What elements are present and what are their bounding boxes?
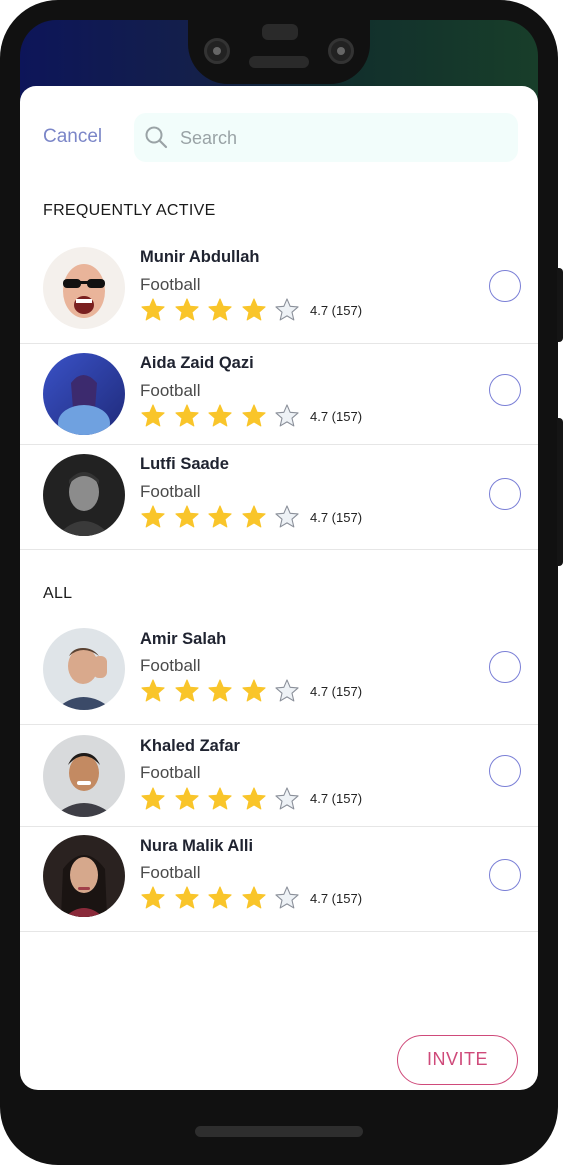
power-button xyxy=(557,268,563,342)
camera-notch xyxy=(188,0,370,84)
player-sport: Football xyxy=(140,863,201,882)
sensor xyxy=(262,24,298,40)
list-item[interactable]: Amir Salah Football 4.7 (157) xyxy=(20,613,538,725)
select-radio[interactable] xyxy=(489,478,521,510)
search-icon xyxy=(145,126,168,149)
star-empty-icon xyxy=(275,505,299,528)
avatar xyxy=(43,247,125,329)
section-title-frequently-active: FREQUENTLY ACTIVE xyxy=(43,202,216,219)
player-sport: Football xyxy=(140,275,201,294)
select-radio[interactable] xyxy=(489,270,521,302)
star-filled-icon xyxy=(241,886,266,909)
star-rating xyxy=(140,678,308,704)
player-name: Amir Salah xyxy=(140,630,227,648)
select-radio[interactable] xyxy=(489,651,521,683)
star-rating xyxy=(140,297,308,323)
player-name: Munir Abdullah xyxy=(140,248,260,266)
rating-text: 4.7 (157) xyxy=(310,303,363,318)
invite-button[interactable]: INVITE xyxy=(397,1035,518,1085)
front-camera-right xyxy=(328,38,354,64)
star-filled-icon xyxy=(241,298,266,321)
select-radio[interactable] xyxy=(489,755,521,787)
star-filled-icon xyxy=(208,298,232,321)
list-item[interactable]: Nura Malik Alli Football 4.7 (157) xyxy=(20,826,538,932)
star-rating xyxy=(140,504,308,530)
star-filled-icon xyxy=(174,404,199,427)
star-filled-icon xyxy=(241,679,266,702)
star-filled-icon xyxy=(141,679,165,702)
player-name: Lutfi Saade xyxy=(140,455,229,473)
home-indicator xyxy=(195,1126,363,1137)
star-filled-icon xyxy=(208,505,232,528)
player-name: Aida Zaid Qazi xyxy=(140,354,254,372)
list-item[interactable]: Munir Abdullah Football 4.7 (157) xyxy=(20,230,538,344)
front-camera-left xyxy=(204,38,230,64)
star-empty-icon xyxy=(275,298,299,321)
earpiece-speaker xyxy=(249,56,309,68)
rating-text: 4.7 (157) xyxy=(310,510,363,525)
star-filled-icon xyxy=(208,787,232,810)
player-sport: Football xyxy=(140,656,201,675)
star-filled-icon xyxy=(141,886,165,909)
avatar xyxy=(43,353,125,435)
star-filled-icon xyxy=(241,404,266,427)
star-empty-icon xyxy=(275,404,299,427)
rating-text: 4.7 (157) xyxy=(310,891,363,906)
star-filled-icon xyxy=(174,787,199,810)
avatar xyxy=(43,454,125,536)
star-filled-icon xyxy=(141,787,165,810)
star-filled-icon xyxy=(141,505,165,528)
avatar xyxy=(43,835,125,917)
rating-text: 4.7 (157) xyxy=(310,409,363,424)
list-item[interactable]: Khaled Zafar Football 4.7 (157) xyxy=(20,724,538,827)
star-filled-icon xyxy=(241,505,266,528)
rating-text: 4.7 (157) xyxy=(310,791,363,806)
star-empty-icon xyxy=(275,787,299,810)
star-filled-icon xyxy=(174,505,199,528)
star-rating xyxy=(140,885,308,911)
phone-frame: Cancel FREQUENTLY ACTIVE xyxy=(0,0,558,1165)
star-filled-icon xyxy=(174,886,199,909)
cancel-button[interactable]: Cancel xyxy=(43,126,102,148)
volume-button xyxy=(557,418,563,566)
star-filled-icon xyxy=(174,679,199,702)
star-filled-icon xyxy=(141,298,165,321)
star-rating xyxy=(140,403,308,429)
section-title-all: ALL xyxy=(43,585,73,602)
star-filled-icon xyxy=(208,404,232,427)
star-filled-icon xyxy=(208,679,232,702)
star-filled-icon xyxy=(241,787,266,810)
star-rating xyxy=(140,786,308,812)
avatar xyxy=(43,735,125,817)
rating-text: 4.7 (157) xyxy=(310,684,363,699)
player-sport: Football xyxy=(140,381,201,400)
star-filled-icon xyxy=(208,886,232,909)
list-item[interactable]: Lutfi Saade Football 4.7 (157) xyxy=(20,444,538,550)
search-input[interactable] xyxy=(178,115,502,162)
search-bar[interactable] xyxy=(134,113,518,162)
select-radio[interactable] xyxy=(489,374,521,406)
player-name: Khaled Zafar xyxy=(140,737,240,755)
avatar xyxy=(43,628,125,710)
player-name: Nura Malik Alli xyxy=(140,837,254,855)
invite-players-screen: Cancel FREQUENTLY ACTIVE xyxy=(20,86,538,1090)
star-filled-icon xyxy=(174,298,199,321)
star-filled-icon xyxy=(141,404,165,427)
select-radio[interactable] xyxy=(489,859,521,891)
player-sport: Football xyxy=(140,763,201,782)
list-item[interactable]: Aida Zaid Qazi Football 4.7 (157) xyxy=(20,343,538,445)
star-empty-icon xyxy=(275,886,299,909)
star-empty-icon xyxy=(275,679,299,702)
player-sport: Football xyxy=(140,482,201,501)
